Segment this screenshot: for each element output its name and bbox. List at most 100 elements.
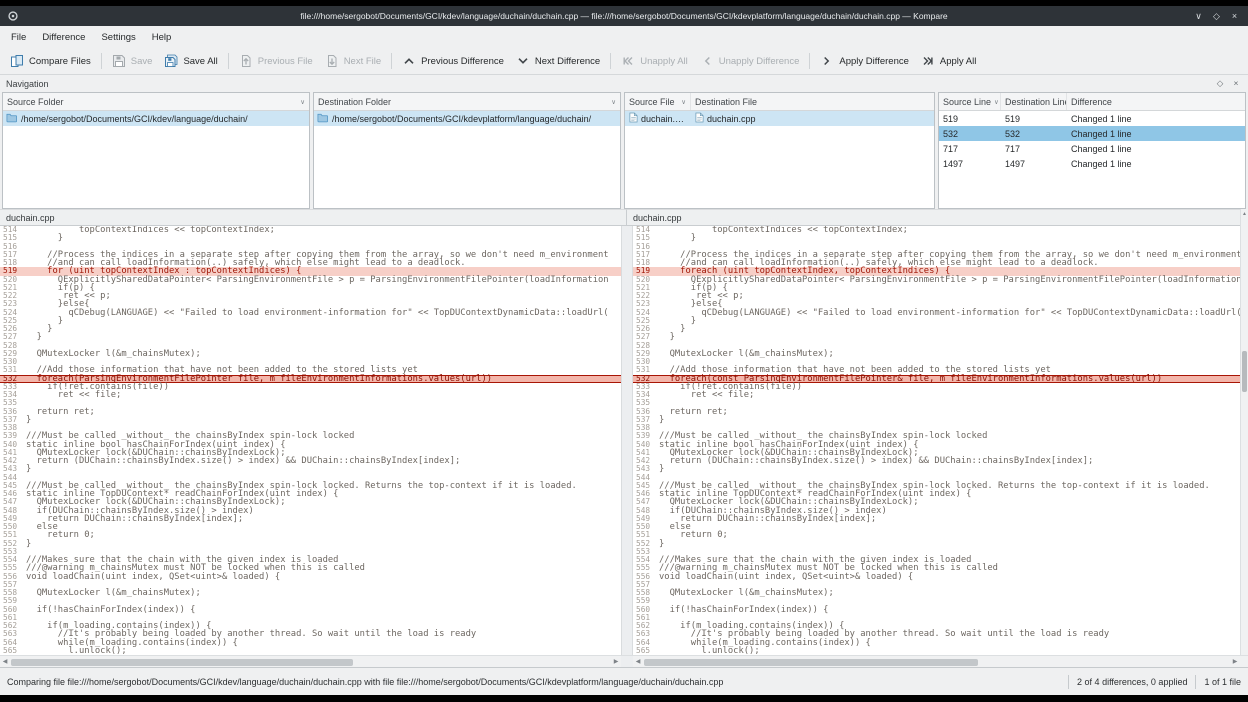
- code-text: }: [26, 540, 31, 548]
- menu-help[interactable]: Help: [144, 28, 180, 47]
- next-file-icon: [325, 54, 339, 68]
- minimize-icon[interactable]: ∨: [1191, 9, 1206, 23]
- save-all-label: Save All: [183, 56, 217, 67]
- code-line: 558 QMutexLocker l(&m_chainsMutex);: [633, 589, 1240, 597]
- vertical-scrollbar-thumb[interactable]: [1242, 351, 1247, 392]
- save-all-button[interactable]: Save All: [158, 50, 223, 72]
- apply-difference-button[interactable]: Apply Difference: [814, 50, 915, 72]
- difference-header[interactable]: Difference: [1067, 93, 1245, 110]
- source-file-header[interactable]: Source File ∨: [625, 93, 691, 110]
- code-line: 560 if(!hasChainForIndex(index)) {: [0, 606, 621, 614]
- pane-splitter[interactable]: [621, 226, 633, 655]
- maximize-icon[interactable]: ◇: [1209, 9, 1224, 23]
- destination-line-header[interactable]: Destination Line: [1001, 93, 1067, 110]
- source-line-header[interactable]: Source Line ∨: [939, 93, 1001, 110]
- code-line: 529 QMutexLocker l(&m_chainsMutex);: [0, 350, 621, 358]
- difference-text: Changed 1 line: [1067, 126, 1245, 141]
- horizontal-scrollbar-thumb[interactable]: [11, 659, 353, 666]
- destination-file-header[interactable]: Destination File: [691, 93, 934, 110]
- file-row[interactable]: duchain.cpp duchain.cpp: [625, 111, 934, 126]
- code-text: topContextIndices << topContextIndex;: [659, 226, 908, 234]
- code-text: return 0;: [26, 531, 95, 539]
- code-line: 526 }: [633, 325, 1240, 333]
- statusbar: Comparing file file:///home/sergobot/Doc…: [0, 667, 1248, 695]
- difference-row[interactable]: 717717Changed 1 line: [939, 141, 1245, 156]
- dock-float-icon[interactable]: ◇: [1214, 78, 1226, 89]
- code-text: }: [659, 465, 664, 473]
- dock-close-icon[interactable]: ×: [1230, 78, 1242, 89]
- code-text: return DUChain::chainsByIndex[index];: [26, 515, 243, 523]
- destination-horizontal-scrollbar[interactable]: ◀ ▶: [633, 655, 1240, 667]
- difference-destination-line: 717: [1001, 141, 1067, 156]
- scroll-up-icon[interactable]: ▲: [1241, 211, 1248, 217]
- code-line: 565 l.unlock();: [0, 647, 621, 655]
- code-text: }: [26, 465, 31, 473]
- source-horizontal-scrollbar[interactable]: ◀ ▶: [0, 655, 621, 667]
- difference-source-line: 532: [939, 126, 1001, 141]
- vertical-scrollbar[interactable]: ▲ ▼: [1240, 209, 1248, 667]
- app-icon[interactable]: [7, 10, 19, 22]
- scroll-right-icon[interactable]: ▶: [611, 656, 621, 667]
- scroll-left-icon[interactable]: ◀: [0, 656, 10, 667]
- unapply-difference-button[interactable]: Unapply Difference: [694, 50, 806, 72]
- code-line: 551 return 0;: [0, 531, 621, 539]
- kompare-window: file:///home/sergobot/Documents/GCI/kdev…: [0, 6, 1248, 695]
- previous-file-button[interactable]: Previous File: [233, 50, 319, 72]
- scroll-left-icon[interactable]: ◀: [633, 656, 643, 667]
- code-line: 527 }: [633, 333, 1240, 341]
- menu-difference[interactable]: Difference: [34, 28, 93, 47]
- unapply-difference-label: Unapply Difference: [719, 56, 800, 67]
- next-difference-button[interactable]: Next Difference: [510, 50, 606, 72]
- statusbar-separator: [1195, 675, 1196, 689]
- difference-source-line: 717: [939, 141, 1001, 156]
- next-file-button[interactable]: Next File: [319, 50, 387, 72]
- code-line: 514 topContextIndices << topContextIndex…: [0, 226, 621, 234]
- files-panel: Source File ∨ Destination File duchain.c…: [624, 92, 935, 209]
- folder-icon: [317, 112, 328, 125]
- code-text: return (DUChain::chainsByIndex.size() > …: [659, 457, 1093, 465]
- horizontal-scrollbar-thumb[interactable]: [644, 659, 978, 666]
- statusbar-separator: [1068, 675, 1069, 689]
- navigation-dock: Source Folder ∨ /home/sergobot/Documents…: [0, 92, 1248, 209]
- code-line: 549 return DUChain::chainsByIndex[index]…: [633, 515, 1240, 523]
- source-folder-item[interactable]: /home/sergobot/Documents/GCI/kdev/langua…: [3, 111, 309, 126]
- destination-folder-header[interactable]: Destination Folder ∨: [314, 93, 620, 110]
- code-line: 552}: [0, 540, 621, 548]
- apply-difference-label: Apply Difference: [839, 56, 909, 67]
- difference-row[interactable]: 519519Changed 1 line: [939, 111, 1245, 126]
- code-line: 536 return ret;: [0, 408, 621, 416]
- code-text: QMutexLocker l(&m_chainsMutex);: [659, 589, 834, 597]
- compare-files-button[interactable]: Compare Files: [4, 50, 97, 72]
- difference-row[interactable]: 532532Changed 1 line: [939, 126, 1245, 141]
- menu-settings[interactable]: Settings: [93, 28, 143, 47]
- scrollbar-gap: [621, 655, 633, 667]
- difference-source-line: 1497: [939, 156, 1001, 171]
- menu-file[interactable]: File: [3, 28, 34, 47]
- source-code-pane: 514 topContextIndices << topContextIndex…: [0, 226, 621, 655]
- destination-file-name: duchain.cpp: [707, 114, 756, 124]
- file-icon: [695, 112, 704, 125]
- code-text: qCDebug(LANGUAGE) << "Failed to load env…: [659, 309, 1240, 317]
- code-line: 515 }: [633, 234, 1240, 242]
- previous-file-icon: [239, 54, 253, 68]
- scroll-right-icon[interactable]: ▶: [1230, 656, 1240, 667]
- code-line: 524 qCDebug(LANGUAGE) << "Failed to load…: [0, 309, 621, 317]
- source-folder-header[interactable]: Source Folder ∨: [3, 93, 309, 110]
- code-text: QExplicitlySharedDataPointer< ParsingEnv…: [659, 276, 1240, 284]
- scrollbar-corner: [1240, 655, 1248, 667]
- code-line: 549 return DUChain::chainsByIndex[index]…: [0, 515, 621, 523]
- apply-all-button[interactable]: Apply All: [915, 50, 982, 72]
- difference-row[interactable]: 14971497Changed 1 line: [939, 156, 1245, 171]
- save-button[interactable]: Save: [106, 50, 159, 72]
- difference-list: 519519Changed 1 line532532Changed 1 line…: [939, 111, 1245, 171]
- files-status: 1 of 1 file: [1204, 677, 1241, 687]
- previous-difference-button[interactable]: Previous Difference: [396, 50, 510, 72]
- code-text: return DUChain::chainsByIndex[index];: [659, 515, 876, 523]
- chevron-down-icon: [516, 54, 530, 68]
- close-icon[interactable]: ×: [1227, 9, 1242, 23]
- code-text: topContextIndices << topContextIndex;: [26, 226, 275, 234]
- code-line: 542 return (DUChain::chainsByIndex.size(…: [633, 457, 1240, 465]
- code-line: 514 topContextIndices << topContextIndex…: [633, 226, 1240, 234]
- unapply-all-button[interactable]: Unapply All: [615, 50, 694, 72]
- destination-folder-item[interactable]: /home/sergobot/Documents/GCI/kdevplatfor…: [314, 111, 620, 126]
